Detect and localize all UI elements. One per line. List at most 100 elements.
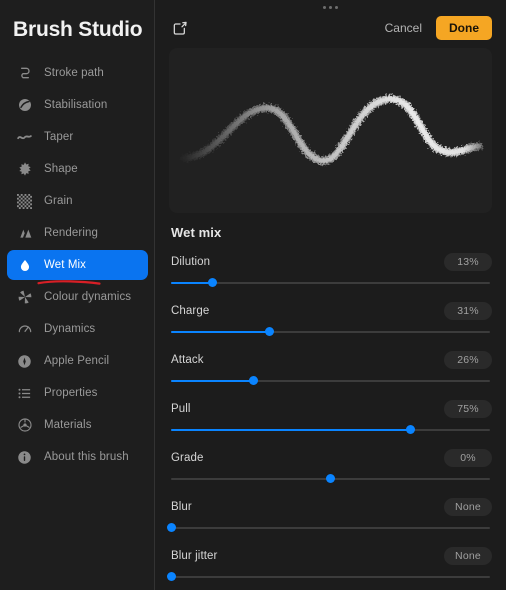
sidebar-nav: Stroke path Stabilisation Taper Shape Grain R… <box>0 58 155 472</box>
slider-value-pill[interactable]: 26% <box>444 351 492 369</box>
slider-row-dilution: Dilution 13% <box>169 248 492 288</box>
slider-header: Blur jitter None <box>169 547 492 565</box>
slider-row-grade: Grade 0% <box>169 444 492 484</box>
slider-thumb[interactable] <box>249 376 259 385</box>
slider-header: Grade 0% <box>169 449 492 467</box>
slider-track-background <box>171 576 490 578</box>
slider-value-pill[interactable]: 31% <box>444 302 492 320</box>
slider-header: Pull 75% <box>169 400 492 418</box>
sidebar-item-label: Materials <box>44 419 92 432</box>
slider-label: Charge <box>171 305 210 317</box>
apple-pencil-icon <box>16 353 33 370</box>
sidebar-item-label: Apple Pencil <box>44 355 110 368</box>
slider-value-pill[interactable]: None <box>444 498 492 516</box>
slider-header: Charge 31% <box>169 302 492 320</box>
info-icon <box>16 449 33 466</box>
slider-track[interactable] <box>166 523 490 533</box>
slider-thumb[interactable] <box>405 425 415 434</box>
slider-label: Dilution <box>171 256 211 268</box>
sidebar-item-about-this-brush[interactable]: About this brush <box>7 442 148 472</box>
slider-track-background <box>171 527 490 529</box>
slider-track-fill <box>171 429 411 431</box>
slider-label: Grade <box>171 452 204 464</box>
slider-track[interactable] <box>171 376 490 386</box>
slider-track[interactable] <box>171 278 490 288</box>
wet-mix-droplet-icon <box>16 257 33 274</box>
sidebar-item-properties[interactable]: Properties <box>7 378 148 408</box>
slider-value-pill[interactable]: 13% <box>444 253 492 271</box>
slider-thumb[interactable] <box>166 572 176 581</box>
slider-row-charge: Charge 31% <box>169 297 492 337</box>
sidebar-item-stroke-path[interactable]: Stroke path <box>7 58 148 88</box>
sidebar-item-colour-dynamics[interactable]: Colour dynamics <box>7 282 148 312</box>
sidebar-item-label: Wet Mix <box>44 259 87 272</box>
page-title: Brush Studio <box>13 18 143 41</box>
sidebar-item-label: Colour dynamics <box>44 291 132 304</box>
sidebar-item-grain[interactable]: Grain <box>7 186 148 216</box>
sidebar-item-dynamics[interactable]: Dynamics <box>7 314 148 344</box>
colour-dynamics-icon <box>16 289 33 306</box>
slider-track[interactable] <box>171 327 490 337</box>
sidebar-item-label: Rendering <box>44 227 98 240</box>
sidebar-item-taper[interactable]: Taper <box>7 122 148 152</box>
brush-studio-window: Brush Studio Stroke path Stabilisation Tap… <box>0 0 506 590</box>
brush-stroke-preview[interactable] <box>169 48 492 213</box>
dynamics-gauge-icon <box>16 321 33 338</box>
sidebar-item-label: Taper <box>44 131 74 144</box>
sidebar-item-apple-pencil[interactable]: Apple Pencil <box>7 346 148 376</box>
slider-header: Blur None <box>169 498 492 516</box>
slider-label: Blur <box>171 501 192 513</box>
brush-stroke-art <box>181 94 483 165</box>
slider-thumb[interactable] <box>326 474 335 483</box>
properties-list-icon <box>16 385 33 402</box>
sidebar-item-label: Shape <box>44 163 78 176</box>
main-panel: Cancel Done Wet mix Dilution 13% Charge … <box>155 0 506 590</box>
slider-value-pill[interactable]: 75% <box>444 400 492 418</box>
slider-list: Dilution 13% Charge 31% Attack 26% Pull 75% Grad… <box>166 248 492 590</box>
slider-thumb[interactable] <box>265 327 275 336</box>
slider-track[interactable] <box>166 572 490 582</box>
drag-handle-dots-icon[interactable] <box>155 6 506 9</box>
sidebar: Brush Studio Stroke path Stabilisation Tap… <box>0 0 155 590</box>
sidebar-item-rendering[interactable]: Rendering <box>7 218 148 248</box>
sidebar-item-label: Properties <box>44 387 98 400</box>
taper-icon <box>16 129 33 146</box>
slider-track-fill <box>171 380 254 382</box>
slider-thumb[interactable] <box>207 278 217 287</box>
sidebar-item-shape[interactable]: Shape <box>7 154 148 184</box>
slider-row-pull: Pull 75% <box>169 395 492 435</box>
slider-track[interactable] <box>171 474 490 484</box>
grain-icon <box>16 193 33 210</box>
slider-label: Pull <box>171 403 191 415</box>
sidebar-item-label: About this brush <box>44 451 129 464</box>
stroke-path-icon <box>16 65 33 82</box>
sidebar-item-wet-mix[interactable]: Wet Mix <box>7 250 148 285</box>
slider-thumb[interactable] <box>166 523 176 532</box>
slider-row-blur: Blur None <box>166 493 492 533</box>
cancel-button[interactable]: Cancel <box>377 17 430 39</box>
materials-icon <box>16 417 33 434</box>
slider-label: Blur jitter <box>171 550 218 562</box>
slider-value-pill[interactable]: None <box>444 547 492 565</box>
slider-value-pill[interactable]: 0% <box>444 449 492 467</box>
sidebar-item-materials[interactable]: Materials <box>7 410 148 440</box>
section-title: Wet mix <box>171 225 222 240</box>
slider-label: Attack <box>171 354 204 366</box>
rendering-icon <box>16 225 33 242</box>
sidebar-item-label: Grain <box>44 195 73 208</box>
stabilisation-icon <box>16 97 33 114</box>
slider-header: Attack 26% <box>169 351 492 369</box>
compose-edit-icon[interactable] <box>169 17 191 39</box>
slider-row-blur-jitter: Blur jitter None <box>166 542 492 582</box>
slider-track[interactable] <box>171 425 490 435</box>
slider-track-fill <box>171 282 213 284</box>
shape-icon <box>16 161 33 178</box>
slider-row-attack: Attack 26% <box>169 346 492 386</box>
done-button[interactable]: Done <box>436 16 492 40</box>
sidebar-item-label: Stroke path <box>44 67 104 80</box>
sidebar-item-stabilisation[interactable]: Stabilisation <box>7 90 148 120</box>
sidebar-item-label: Dynamics <box>44 323 96 336</box>
sidebar-item-label: Stabilisation <box>44 99 108 112</box>
slider-header: Dilution 13% <box>169 253 492 271</box>
wet-mix-section: Wet mix Dilution 13% Charge 31% Attack 26% Pul… <box>155 213 506 590</box>
